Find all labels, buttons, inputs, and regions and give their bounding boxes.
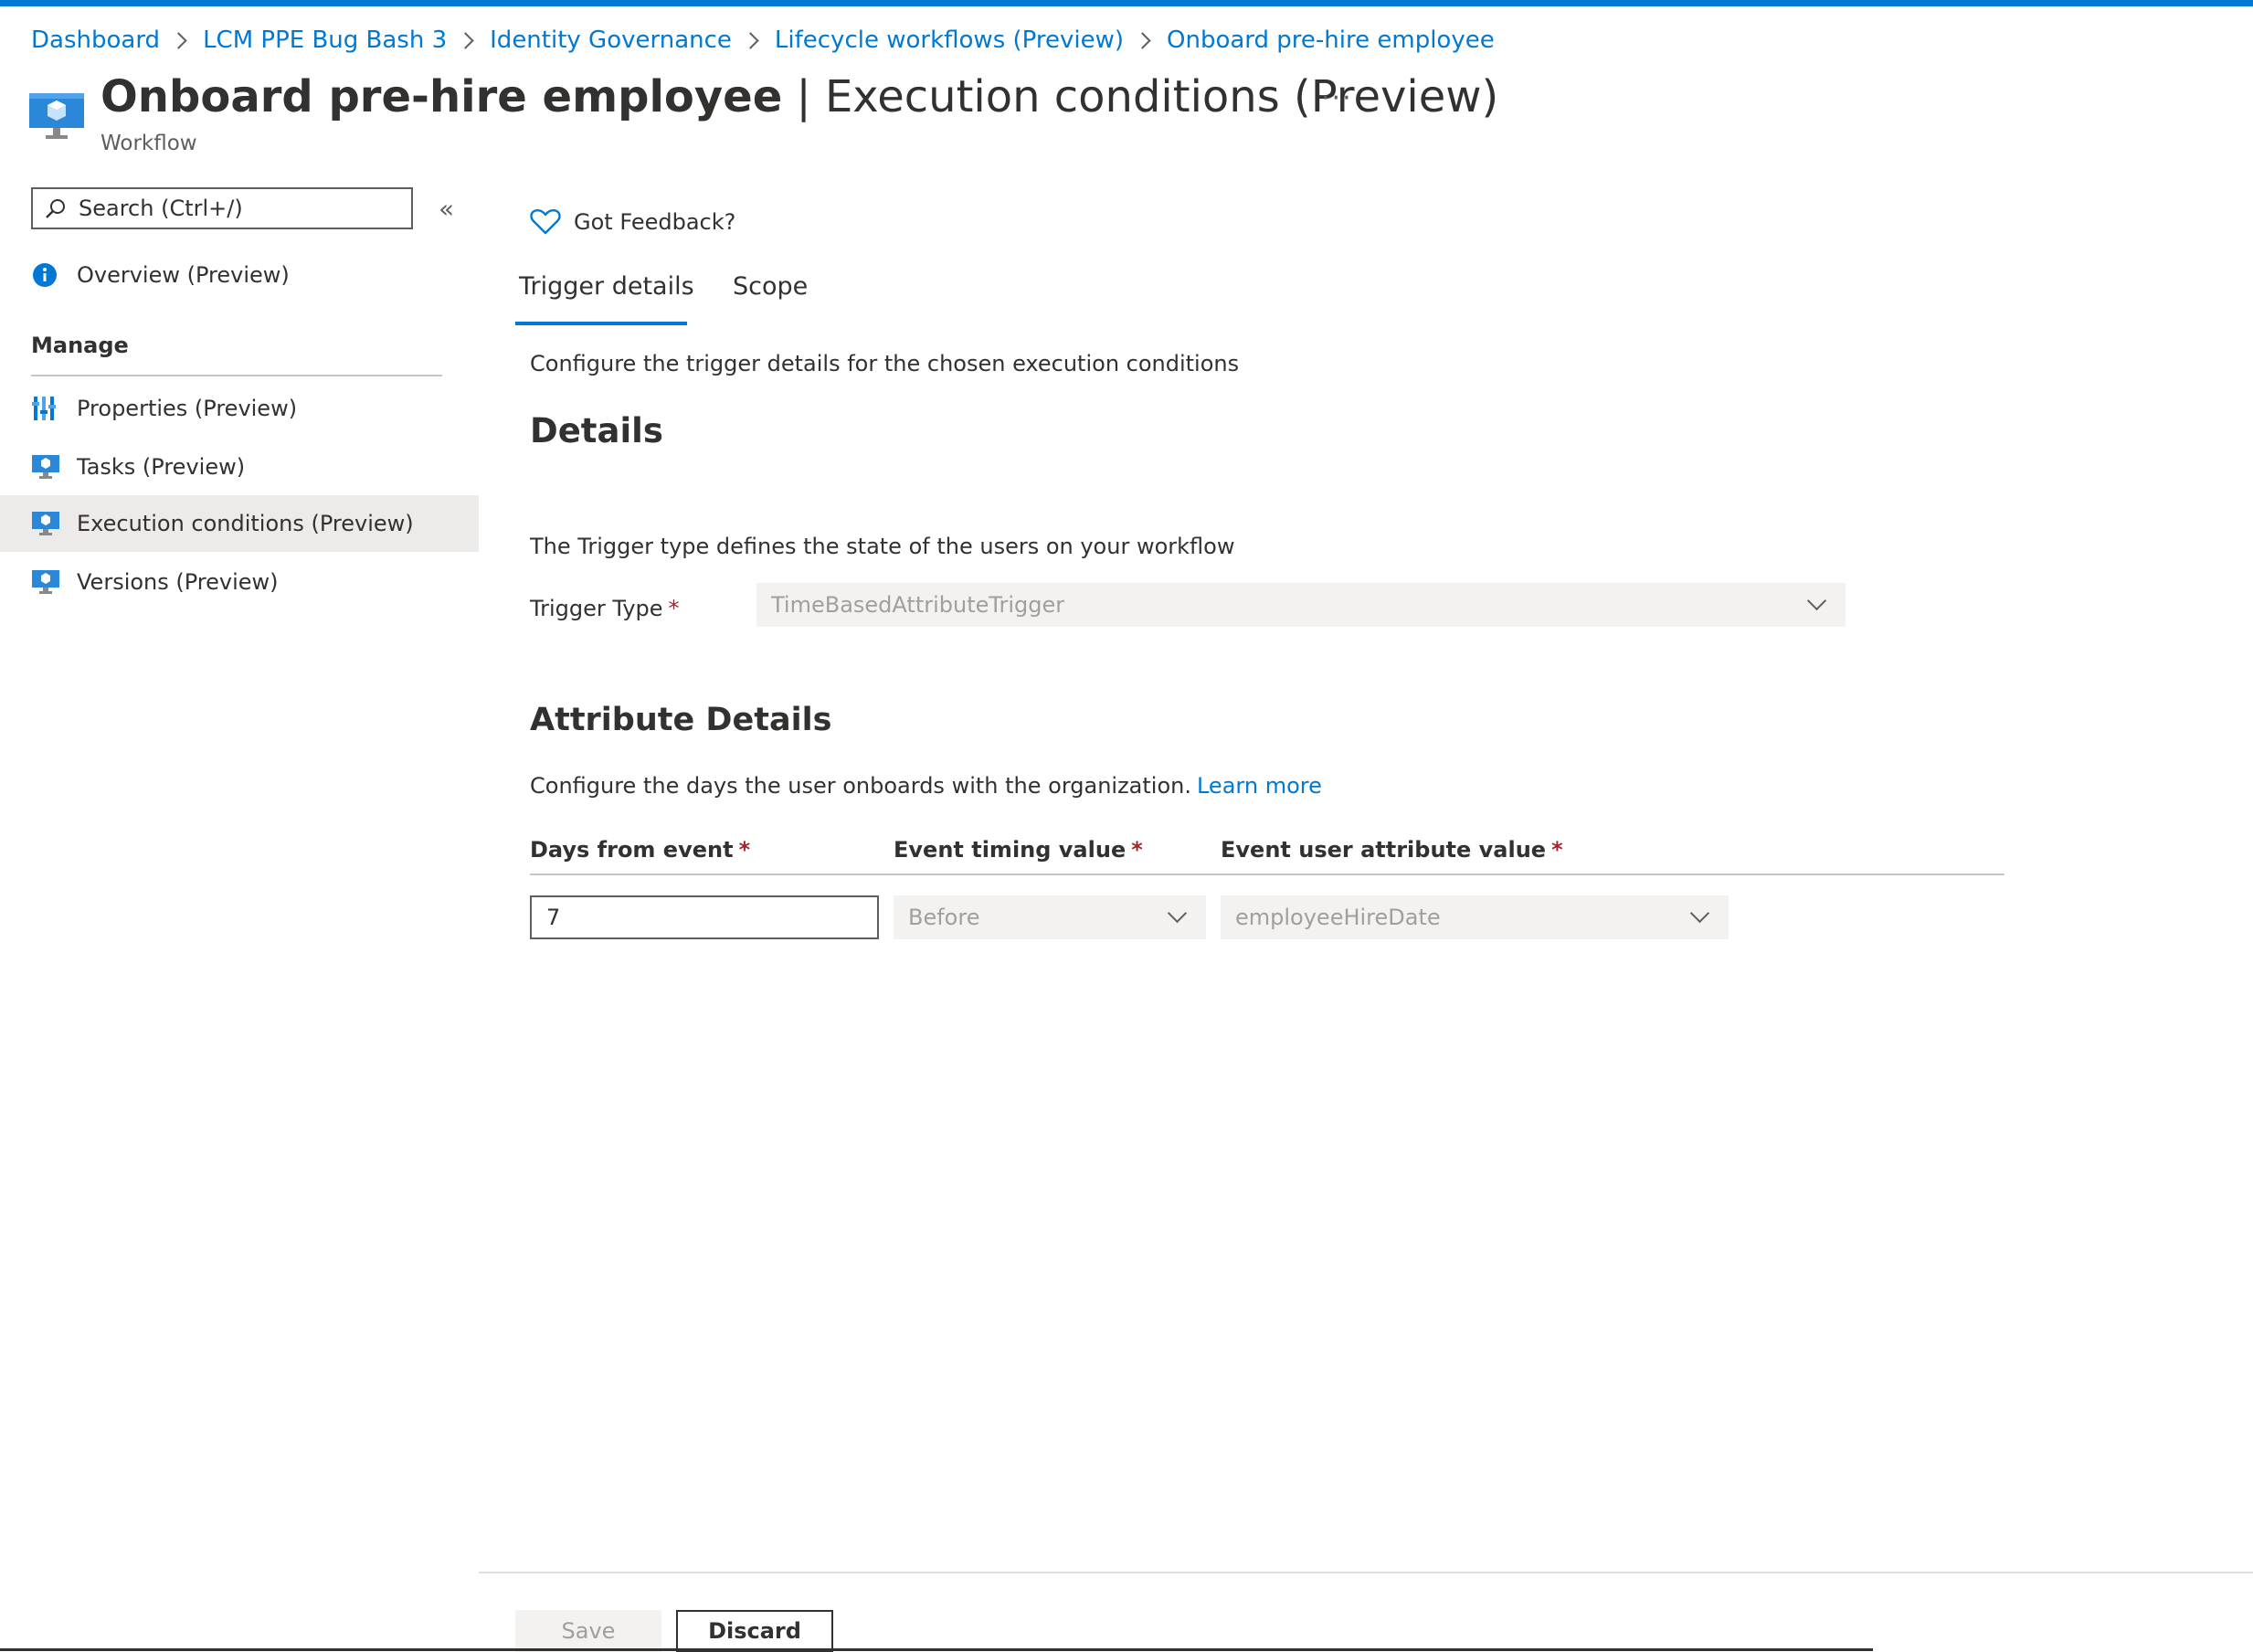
divider [530, 874, 2004, 875]
sidebar-item-label: Overview (Preview) [77, 262, 290, 288]
breadcrumb-workflow[interactable]: Onboard pre-hire employee [1167, 26, 1495, 54]
event-attribute-value: employeeHireDate [1235, 905, 1441, 930]
info-icon [33, 263, 57, 287]
feedback-label: Got Feedback? [574, 209, 736, 235]
sidebar-item-execution-conditions[interactable]: Execution conditions (Preview) [0, 495, 479, 552]
divider [31, 375, 442, 376]
sidebar-section-manage: Manage [31, 333, 129, 358]
event-attribute-dropdown[interactable]: employeeHireDate [1221, 895, 1729, 939]
search-icon [46, 199, 65, 218]
attribute-description-text: Configure the days the user onboards wit… [530, 773, 1191, 799]
sidebar-item-label: Versions (Preview) [77, 569, 279, 595]
trigger-type-dropdown[interactable]: TimeBasedAttributeTrigger [756, 583, 1846, 627]
chevron-down-icon [1806, 590, 1827, 611]
learn-more-link[interactable]: Learn more [1197, 773, 1322, 799]
top-accent-bar [0, 0, 2253, 6]
event-timing-value: Before [908, 905, 980, 930]
column-header-label: Event timing value [894, 837, 1126, 863]
required-marker: * [1131, 837, 1143, 863]
required-marker: * [738, 837, 751, 863]
event-timing-dropdown[interactable]: Before [894, 895, 1206, 939]
column-header-label: Days from event [530, 837, 734, 863]
sidebar-item-overview[interactable]: Overview (Preview) [0, 247, 479, 303]
page-subtitle: Workflow [100, 132, 197, 155]
breadcrumb-dashboard[interactable]: Dashboard [31, 26, 160, 54]
page-title: Onboard pre-hire employee | Execution co… [100, 71, 1498, 122]
required-marker: * [1551, 837, 1563, 863]
sidebar-search[interactable] [31, 187, 413, 229]
collapse-sidebar-button[interactable]: « [439, 194, 454, 224]
chevron-right-icon [742, 31, 759, 49]
breadcrumb-lifecycle-workflows[interactable]: Lifecycle workflows (Preview) [775, 26, 1124, 54]
tab-description: Configure the trigger details for the ch… [530, 351, 1240, 376]
column-header-event-attribute: Event user attribute value * [1221, 837, 1563, 863]
heart-icon [530, 209, 561, 235]
sidebar-item-tasks[interactable]: Tasks (Preview) [0, 439, 479, 495]
column-header-label: Event user attribute value [1221, 837, 1547, 863]
attribute-description: Configure the days the user onboards wit… [530, 773, 1322, 799]
breadcrumb-tenant[interactable]: LCM PPE Bug Bash 3 [203, 26, 447, 54]
chevron-down-icon [1689, 903, 1710, 924]
attribute-details-heading: Attribute Details [530, 702, 832, 738]
chevron-right-icon [1134, 31, 1151, 49]
footer-divider [479, 1572, 2253, 1573]
chevron-right-icon [170, 31, 187, 49]
tab-trigger-details[interactable]: Trigger details [519, 272, 694, 325]
column-header-days-from-event: Days from event * [530, 837, 750, 863]
workflow-monitor-icon [32, 570, 59, 594]
discard-button[interactable]: Discard [676, 1610, 833, 1652]
trigger-description: The Trigger type defines the state of th… [530, 534, 1235, 559]
chevron-right-icon [457, 31, 474, 49]
properties-icon [32, 397, 56, 420]
workflow-monitor-icon [32, 455, 59, 479]
sidebar-item-versions[interactable]: Versions (Preview) [0, 554, 479, 610]
page-title-section: | Execution conditions (Preview) [782, 71, 1499, 122]
trigger-type-label: Trigger Type * [530, 596, 680, 621]
sidebar-item-label: Execution conditions (Preview) [77, 511, 414, 536]
sidebar-item-label: Properties (Preview) [77, 396, 298, 421]
save-button[interactable]: Save [515, 1610, 661, 1652]
feedback-link[interactable]: Got Feedback? [530, 208, 735, 236]
tab-scope[interactable]: Scope [733, 272, 808, 325]
active-tab-indicator [515, 322, 687, 325]
days-from-event-input[interactable] [530, 895, 879, 939]
required-marker: * [668, 596, 680, 621]
trigger-type-label-text: Trigger Type [530, 596, 663, 621]
workflow-monitor-icon [29, 93, 84, 139]
search-input[interactable] [77, 195, 391, 222]
workflow-monitor-icon [32, 512, 59, 535]
breadcrumb-identity-governance[interactable]: Identity Governance [490, 26, 732, 54]
chevron-down-icon [1167, 903, 1188, 924]
sidebar-item-properties[interactable]: Properties (Preview) [0, 380, 479, 437]
trigger-type-value: TimeBasedAttributeTrigger [771, 592, 1065, 618]
tab-label: Trigger details [519, 272, 694, 301]
breadcrumb: Dashboard LCM PPE Bug Bash 3 Identity Go… [31, 22, 1495, 58]
page-title-workflow-name: Onboard pre-hire employee [100, 71, 783, 122]
window-bottom-edge [0, 1648, 1873, 1651]
more-options-button[interactable]: ··· [1321, 82, 1353, 114]
details-heading: Details [530, 411, 663, 450]
column-header-event-timing: Event timing value * [894, 837, 1143, 863]
tab-label: Scope [733, 272, 809, 301]
sidebar-item-label: Tasks (Preview) [77, 454, 246, 480]
